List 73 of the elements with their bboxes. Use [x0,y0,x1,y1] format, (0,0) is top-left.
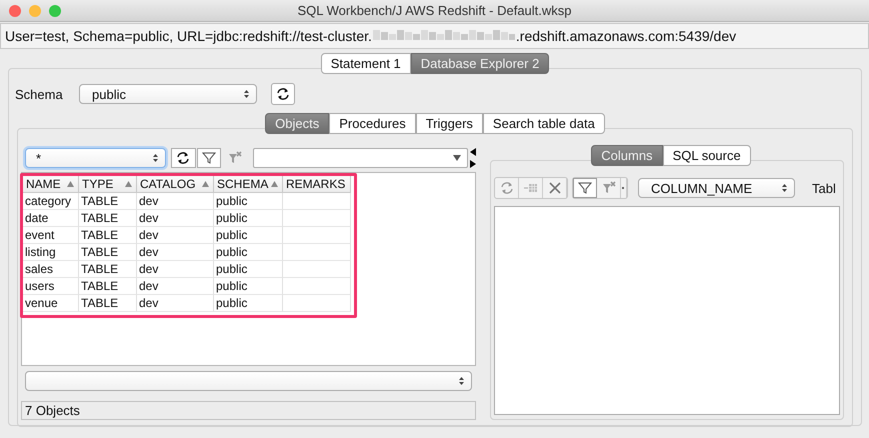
tab[interactable]: Procedures [329,113,416,134]
refresh-button[interactable] [271,83,295,105]
table-icon [524,182,538,194]
more-button[interactable] [621,178,627,198]
filter-icon [578,181,592,195]
table-cell: TABLE [81,228,118,242]
refresh-icon [176,151,190,165]
tab[interactable]: Database Explorer 2 [410,53,550,74]
minimize-button[interactable] [29,4,41,16]
object-type-dropdown[interactable]: * [25,148,166,168]
table-cell: TABLE [81,194,118,208]
connection-text: User=test, Schema=public, URL=jdbc:redshift://test-cluster. [5,28,372,44]
schema-dropdown[interactable]: public [79,84,257,104]
schema-label: Schema [15,86,64,102]
column-sort-dropdown[interactable]: COLUMN_NAME [638,178,795,198]
column-header[interactable]: TYPE [79,176,137,193]
table-cell: public [216,245,248,259]
table-cell: sales [25,262,54,276]
updown-icon [458,376,465,386]
tab[interactable]: Statement 1 [320,53,411,74]
table-cell: dev [139,228,158,242]
close-button[interactable] [9,4,21,16]
table-cell: users [25,279,54,293]
refresh-icon [500,181,514,195]
object-count: 7 Objects [25,403,80,418]
table-cell: TABLE [81,245,118,259]
column-header[interactable]: SCHEMA [214,176,283,193]
table-cell: category [25,194,72,208]
table-cell: public [216,211,248,225]
table-cell: dev [139,279,158,293]
tab[interactable]: Search table data [482,113,605,134]
table-cell: listing [25,245,56,259]
connection-text: .redshift.amazonaws.com:5439/dev [516,28,736,44]
tab[interactable]: SQL source [662,145,751,166]
table-cell: date [25,211,48,225]
table-cell: public [216,279,248,293]
table-cell: dev [139,296,158,310]
filter-button[interactable] [573,178,597,198]
table-cell: TABLE [81,211,118,225]
tab[interactable]: Columns [591,145,663,166]
table-cell: TABLE [81,262,118,276]
updown-icon [152,153,160,163]
table-label: Tabl [812,180,836,196]
clear-filter-icon [602,181,616,195]
table-cell: public [216,194,248,208]
filter-icon [202,151,216,165]
table-cell: public [216,228,248,242]
zoom-button[interactable] [49,4,61,16]
table-cell: TABLE [81,296,118,310]
refresh-icon [276,87,290,101]
splitter-arrows-icon[interactable] [470,148,476,168]
column-header[interactable]: NAME [23,176,79,193]
column-header[interactable]: CATALOG [137,176,214,193]
table-cell: TABLE [81,279,118,293]
table-cell: dev [139,245,158,259]
updown-icon [781,183,788,193]
table-cell: dev [139,194,158,208]
clear-filter-icon [228,151,242,165]
tab[interactable]: Triggers [416,113,483,134]
refresh-button[interactable] [171,148,196,168]
close-icon [548,182,560,194]
window-title: SQL Workbench/J AWS Redshift - Default.wksp [297,3,572,18]
table-cell: dev [139,211,158,225]
table-cell: public [216,296,248,310]
table-cell: event [25,228,54,242]
column-header[interactable]: REMARKS [283,176,351,193]
table-cell: dev [139,262,158,276]
dropdown-arrow-icon [453,155,462,161]
updown-icon [243,89,250,99]
table-cell: public [216,262,248,276]
table-cell: venue [25,296,58,310]
filter-button[interactable] [196,148,222,168]
tab[interactable]: Objects [265,113,330,134]
